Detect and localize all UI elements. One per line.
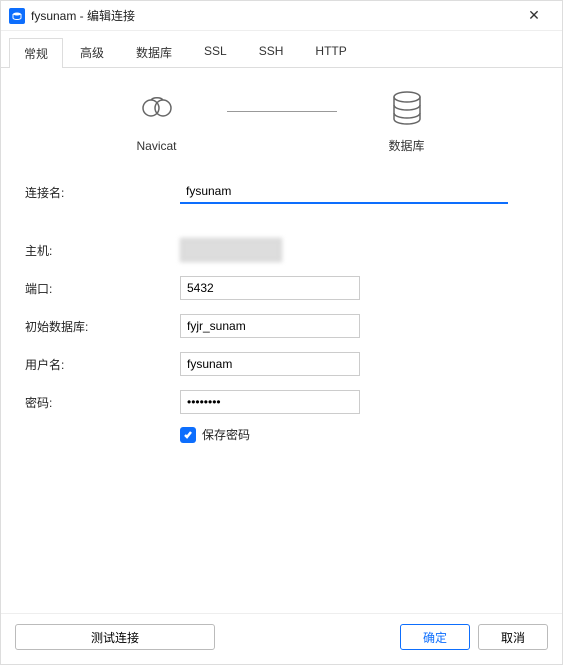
close-button[interactable]: ✕ — [514, 1, 554, 31]
form: 连接名: 主机: 端口: 初始数据库: 用户名: 密码: 保存密码 — [1, 162, 562, 613]
tab-general[interactable]: 常规 — [9, 38, 63, 68]
save-password-label: 保存密码 — [202, 426, 250, 443]
diagram-left-label: Navicat — [136, 139, 176, 153]
test-connection-button[interactable]: 测试连接 — [15, 624, 215, 650]
password-input[interactable] — [180, 390, 360, 414]
navicat-icon — [137, 88, 177, 133]
tab-http[interactable]: HTTP — [300, 37, 361, 67]
diagram-connector — [227, 111, 337, 112]
footer: 测试连接 确定 取消 — [1, 613, 562, 664]
diagram-right-label: 数据库 — [388, 137, 424, 154]
connection-name-label: 连接名: — [25, 184, 180, 201]
initial-db-input[interactable] — [180, 314, 360, 338]
cancel-button[interactable]: 取消 — [478, 624, 548, 650]
connection-diagram: Navicat 数据库 — [1, 68, 562, 162]
port-label: 端口: — [25, 280, 180, 297]
titlebar: fysunam - 编辑连接 ✕ — [1, 1, 562, 31]
save-password-checkbox[interactable] — [180, 427, 196, 443]
password-label: 密码: — [25, 394, 180, 411]
tab-ssl[interactable]: SSL — [189, 37, 242, 67]
tabs: 常规 高级 数据库 SSL SSH HTTP — [1, 31, 562, 68]
host-input[interactable] — [180, 238, 282, 262]
database-icon — [390, 86, 424, 131]
window-title: fysunam - 编辑连接 — [31, 7, 514, 24]
tab-ssh[interactable]: SSH — [244, 37, 299, 67]
tab-database[interactable]: 数据库 — [121, 37, 187, 67]
host-label: 主机: — [25, 242, 180, 259]
connection-name-input[interactable] — [180, 180, 508, 204]
username-label: 用户名: — [25, 356, 180, 373]
ok-button[interactable]: 确定 — [400, 624, 470, 650]
port-input[interactable] — [180, 276, 360, 300]
app-icon — [9, 8, 25, 24]
username-input[interactable] — [180, 352, 360, 376]
tab-advanced[interactable]: 高级 — [65, 37, 119, 67]
initial-db-label: 初始数据库: — [25, 318, 180, 335]
